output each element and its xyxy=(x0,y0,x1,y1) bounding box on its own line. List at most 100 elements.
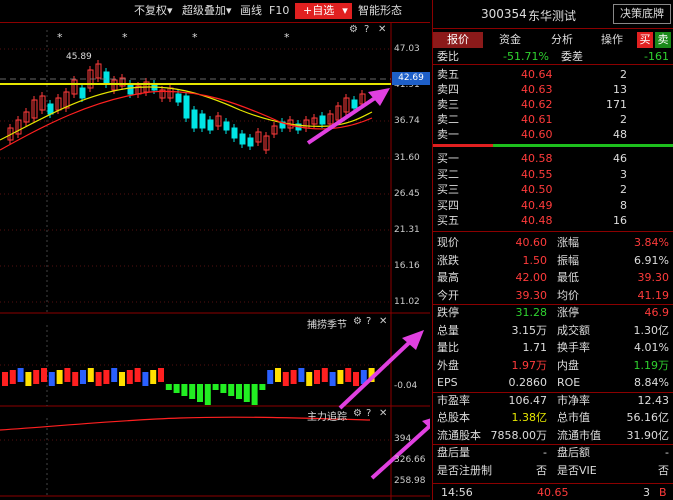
sell-button[interactable]: 卖 xyxy=(655,32,671,48)
bid-row[interactable]: 买三 40.50 2 xyxy=(433,182,673,197)
indicator-bar xyxy=(275,368,281,382)
indicator-bar xyxy=(87,368,94,382)
close-icon[interactable]: ✕ xyxy=(379,316,387,327)
help-icon[interactable]: ? xyxy=(366,316,371,327)
adjust-menu[interactable]: 不复权▾ xyxy=(134,0,173,22)
indicator-value-label: 258.98 xyxy=(394,476,426,486)
y-axis-label: 26.45 xyxy=(394,189,420,199)
draw-line-button[interactable]: 画线 xyxy=(240,0,262,22)
indicator-bar xyxy=(189,384,196,399)
settings-icon[interactable]: ⚙ xyxy=(349,24,358,35)
candlestick xyxy=(79,87,86,99)
indicator-bar xyxy=(251,384,258,405)
ratio-bar-green xyxy=(493,144,673,147)
kline-chart[interactable] xyxy=(0,22,430,500)
candlestick xyxy=(319,115,326,125)
indicator-bar xyxy=(306,372,313,386)
indicator-bar xyxy=(204,384,211,405)
indicator-bar xyxy=(126,370,133,384)
tab-quote[interactable]: 报价 xyxy=(433,32,483,48)
tab-operate[interactable]: 操作 xyxy=(589,32,635,48)
stock-name: 东华测试 xyxy=(528,9,577,23)
help-icon[interactable]: ? xyxy=(364,24,369,35)
indicator-bar xyxy=(111,368,118,382)
stat-row: 最高 42.00 最低 39.30 xyxy=(437,271,669,284)
star-marker: * xyxy=(192,31,198,44)
star-marker: * xyxy=(57,31,63,44)
help-icon[interactable]: ? xyxy=(366,408,371,419)
add-watchlist-button[interactable]: +自选 xyxy=(295,3,343,19)
indicator-bar xyxy=(134,368,141,382)
tab-analysis[interactable]: 分析 xyxy=(537,32,587,48)
decision-button[interactable]: 决策底牌 xyxy=(613,4,671,24)
ask-row[interactable]: 卖一 40.60 48 xyxy=(433,127,673,142)
indicator-bar xyxy=(236,384,242,399)
settings-icon[interactable]: ⚙ xyxy=(353,316,362,327)
ask-row[interactable]: 卖二 40.61 2 xyxy=(433,112,673,127)
candlestick xyxy=(231,127,238,139)
indicator-bar xyxy=(298,368,305,382)
ask-row[interactable]: 卖三 40.62 171 xyxy=(433,97,673,112)
indicator-value-label: 326.66 xyxy=(394,455,426,465)
ratio-bar-red xyxy=(433,144,493,147)
current-price-tag: 42.69 xyxy=(392,72,430,85)
indicator-bar xyxy=(282,372,289,386)
indicator-name[interactable]: 捕捞季节 xyxy=(307,316,347,331)
f10-button[interactable]: F10 xyxy=(269,0,289,22)
indicator-bar xyxy=(181,384,188,396)
indicator-bar xyxy=(64,368,71,382)
overlay-menu[interactable]: 超级叠加▾ xyxy=(182,0,232,22)
indicator-bar xyxy=(267,370,274,384)
indicator-bar xyxy=(243,384,250,402)
ask-row[interactable]: 卖五 40.64 2 xyxy=(433,67,673,82)
candlestick xyxy=(223,121,230,131)
stat-row: 今开 39.30 均价 41.19 xyxy=(437,288,669,302)
stat-row: 流通股本 7858.00万 流通市值 31.90亿 xyxy=(437,428,669,442)
candlestick xyxy=(191,109,198,129)
indicator-name[interactable]: 主力追踪 xyxy=(307,408,347,423)
indicator-bar xyxy=(72,372,79,386)
indicator-bar xyxy=(290,370,297,384)
stat-row: 跌停 31.28 涨停 46.9 xyxy=(437,306,669,319)
bid-row[interactable]: 买四 40.49 8 xyxy=(433,198,673,213)
indicator-bar xyxy=(150,370,157,384)
candlestick xyxy=(175,93,182,103)
buy-button[interactable]: 买 xyxy=(637,32,653,48)
y-axis-label: 31.60 xyxy=(394,153,420,163)
indicator-bar xyxy=(165,384,172,390)
chevron-down-icon[interactable]: ▾ xyxy=(338,3,352,19)
bid-row[interactable]: 买二 40.55 3 xyxy=(433,167,673,182)
indicator-bar xyxy=(197,384,203,402)
stat-row: 总股本 1.38亿 总市值 56.16亿 xyxy=(437,411,669,424)
candlestick xyxy=(351,99,358,109)
candlestick xyxy=(239,133,246,145)
smart-pattern-button[interactable]: 智能形态 xyxy=(358,0,402,22)
candlestick xyxy=(207,119,214,131)
bid-row[interactable]: 买一 40.58 46 xyxy=(433,151,673,166)
last-trade-row: 14:56 40.65 3 B xyxy=(441,486,667,499)
indicator-value-label: 394 xyxy=(394,434,412,444)
close-icon[interactable]: ✕ xyxy=(378,24,386,35)
stock-header: 300354 东华测试 决策底牌 xyxy=(433,0,673,29)
ask-row[interactable]: 卖四 40.63 13 xyxy=(433,82,673,97)
indicator-bar xyxy=(337,370,344,384)
indicator-bar xyxy=(33,370,40,384)
bid-row[interactable]: 买五 40.48 16 xyxy=(433,213,673,228)
committee-row: 委比 -51.71% 委差 -161 xyxy=(437,50,669,63)
stat-row: 是否注册制否是否VIE 否 xyxy=(437,463,669,477)
star-marker: * xyxy=(122,31,128,44)
settings-icon[interactable]: ⚙ xyxy=(353,408,362,419)
indicator-bar xyxy=(173,384,180,393)
y-axis-label: 21.31 xyxy=(394,225,420,235)
tab-funds[interactable]: 资金 xyxy=(485,32,535,48)
indicator-bar xyxy=(9,370,16,384)
indicator-bar xyxy=(2,372,8,386)
indicator-bar xyxy=(314,370,320,384)
indicator-bar xyxy=(48,372,55,386)
indicator-bar xyxy=(353,372,359,386)
candlestick xyxy=(199,113,206,129)
stat-row: 涨跌 1.50 振幅 6.91% xyxy=(437,253,669,267)
stat-row: 市盈率 106.47 市净率 12.43 xyxy=(437,393,669,407)
indicator-bar xyxy=(80,370,86,384)
close-icon[interactable]: ✕ xyxy=(379,408,387,419)
